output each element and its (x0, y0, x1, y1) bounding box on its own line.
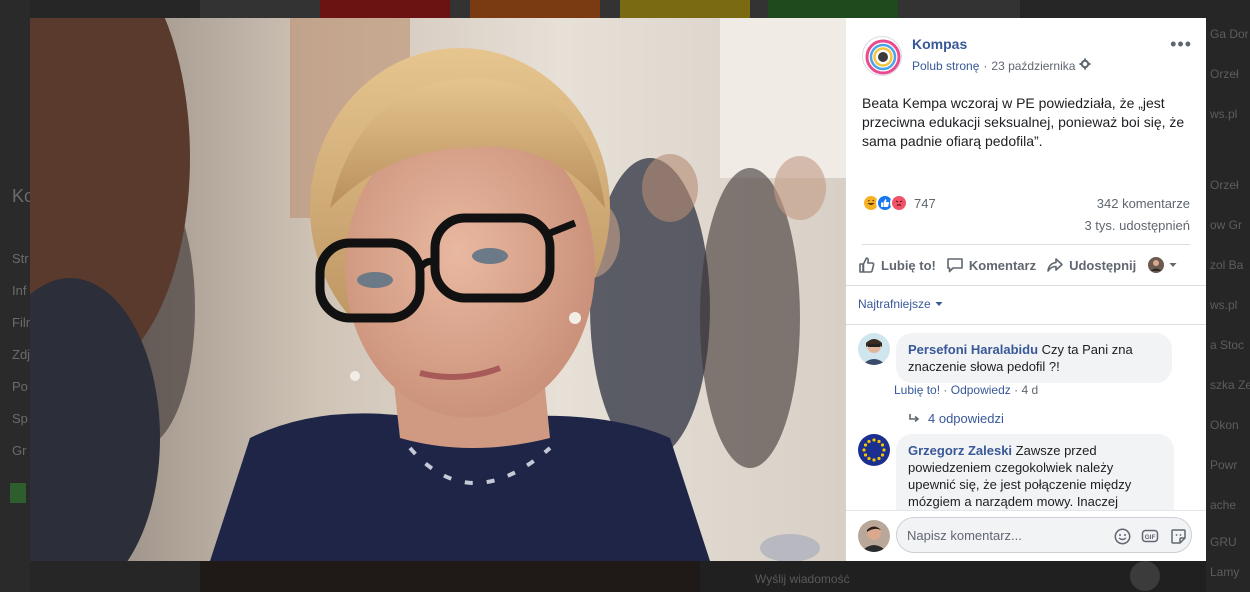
post-actions: Lubię to! Komentarz Udostępnij (858, 254, 1194, 276)
post-meta: Polub stronę · 23 października (912, 58, 1091, 73)
bg-sidebar-item: Orzeł (1210, 67, 1239, 81)
more-options-button[interactable]: ••• (1170, 34, 1192, 55)
commenter-avatar[interactable] (858, 333, 890, 365)
post-date[interactable]: 23 października (991, 59, 1075, 73)
bg-sidebar-item: Okon (1210, 418, 1239, 432)
like-page-link[interactable]: Polub stronę (912, 59, 979, 73)
reply-arrow-icon (909, 413, 920, 422)
react-as-selector[interactable] (1148, 257, 1178, 273)
bg-menu-item: Filr (12, 315, 31, 330)
divider (862, 244, 1190, 245)
chevron-down-icon (1169, 263, 1177, 267)
comment-button[interactable]: Komentarz (946, 256, 1036, 274)
post-panel: Kompas Polub stronę · 23 października ••… (846, 18, 1206, 561)
comment-reply-link[interactable]: Odpowiedz (951, 383, 1011, 397)
reactions-summary[interactable]: 747 (862, 194, 936, 212)
divider (846, 324, 1206, 325)
bg-photo-strip (200, 561, 700, 592)
bg-menu-item: Gr (12, 443, 27, 458)
bg-menu-item: Sp (12, 411, 28, 426)
caret-down-icon (935, 302, 943, 306)
background-left-menu: Ko Str Inf Filr Zdj Po Sp Gr (0, 0, 34, 592)
sticker-icon[interactable] (1169, 527, 1187, 545)
bg-menu-item: Zdj (12, 347, 31, 362)
background-bottom-strip: Wyślij wiadomość (200, 561, 1206, 592)
divider (846, 285, 1206, 286)
comment-input-box: GIF (896, 517, 1192, 553)
post-stats: 747 342 komentarze 3 tys. udostępnień (862, 194, 1190, 238)
bg-avatar (1130, 561, 1160, 591)
view-replies-link[interactable]: 4 odpowiedzi (908, 411, 1004, 426)
bg-sidebar-item: ws.pl (1210, 107, 1238, 121)
kompas-logo-icon (865, 39, 901, 75)
bg-sidebar-item: Lamy (1210, 565, 1240, 579)
comment-icon (947, 258, 963, 273)
bg-status-badge (10, 483, 26, 503)
comments-count-link[interactable]: 342 komentarze (1097, 196, 1190, 211)
bg-sidebar-item: szka Ze (1210, 378, 1250, 392)
share-button-label: Udostępnij (1069, 257, 1137, 273)
angry-icon (890, 194, 908, 212)
dot-separator: · (943, 383, 948, 397)
bg-sidebar-item: Orzeł (1210, 178, 1239, 192)
gif-icon[interactable]: GIF (1141, 527, 1159, 545)
comment-bubble: Grzegorz Zaleski Zawsze przed powiedzeni… (896, 434, 1174, 510)
thumbs-up-icon (859, 257, 875, 273)
comment-item: Grzegorz Zaleski Zawsze przed powiedzeni… (858, 434, 1188, 510)
comment-age[interactable]: 4 d (1021, 383, 1038, 397)
user-avatar-icon (1148, 257, 1165, 273)
bg-sidebar-item: Powr (1210, 458, 1238, 472)
page-avatar[interactable] (862, 36, 902, 76)
comment-author-link[interactable]: Persefoni Haralabidu (908, 342, 1038, 357)
comment-actions: Lubię to! · Odpowiedz · 4 d (894, 383, 1038, 397)
like-button[interactable]: Lubię to! (858, 256, 936, 274)
post-header: Kompas Polub stronę · 23 października ••… (862, 34, 1192, 78)
share-arrow-icon (1047, 258, 1063, 272)
post-photo-image (30, 18, 846, 561)
bg-sidebar-item: Ga Dor (1210, 27, 1249, 41)
avatar-image (858, 520, 890, 552)
eu-flag-avatar-icon (858, 434, 890, 466)
replies-count-label: 4 odpowiedzi (928, 411, 1004, 426)
comment-composer: GIF (846, 510, 1206, 561)
comment-input[interactable] (907, 526, 1107, 544)
post-text: Beata Kempa wczoraj w PE powiedziała, że… (862, 95, 1185, 149)
meta-separator: · (983, 58, 988, 73)
comment-like-link[interactable]: Lubię to! (894, 383, 940, 397)
background-right-sidebar: Ga Dor Orzeł ws.pl Orzeł ow Gr zol Ba ws… (1206, 0, 1250, 592)
shares-count-link[interactable]: 3 tys. udostępnień (1084, 218, 1190, 233)
current-user-avatar (858, 520, 890, 552)
bg-menu-item: Inf (12, 283, 27, 298)
bg-sidebar-item: ache (1210, 498, 1237, 512)
comment-sort-label: Najtrafniejsze (858, 297, 931, 311)
page-name-link[interactable]: Kompas (912, 36, 967, 52)
comment-author-link[interactable]: Grzegorz Zaleski (908, 443, 1012, 458)
comment-bubble: Persefoni Haralabidu Czy ta Pani zna zna… (896, 333, 1172, 383)
background-top-strip (200, 0, 1020, 18)
bg-sidebar-item: zol Ba (1210, 258, 1244, 272)
emoji-icon[interactable] (1113, 527, 1131, 545)
bg-sidebar-item: GRU (1210, 535, 1237, 549)
bg-sidebar-item: a Stoc (1210, 338, 1245, 352)
share-button[interactable]: Udostępnij (1046, 256, 1136, 274)
like-button-label: Lubię to! (881, 257, 936, 273)
comment-sort-dropdown[interactable]: Najtrafniejsze (858, 297, 943, 311)
bg-menu-item: Po (12, 379, 28, 394)
post-photo[interactable] (30, 18, 846, 561)
bg-sidebar-item: ow Gr (1210, 218, 1243, 232)
dot-separator: · (1014, 383, 1019, 397)
reactions-count: 747 (914, 195, 936, 211)
bg-sidebar-item: ws.pl (1210, 298, 1238, 312)
bg-send-message-link: Wyślij wiadomość (755, 572, 850, 586)
commenter-avatar[interactable] (858, 434, 890, 466)
svg-text:GIF: GIF (1145, 534, 1156, 541)
comment-button-label: Komentarz (968, 257, 1037, 273)
audience-gear-icon[interactable] (1079, 58, 1091, 73)
bg-menu-item: Str (12, 251, 29, 266)
avatar-image (858, 333, 890, 365)
